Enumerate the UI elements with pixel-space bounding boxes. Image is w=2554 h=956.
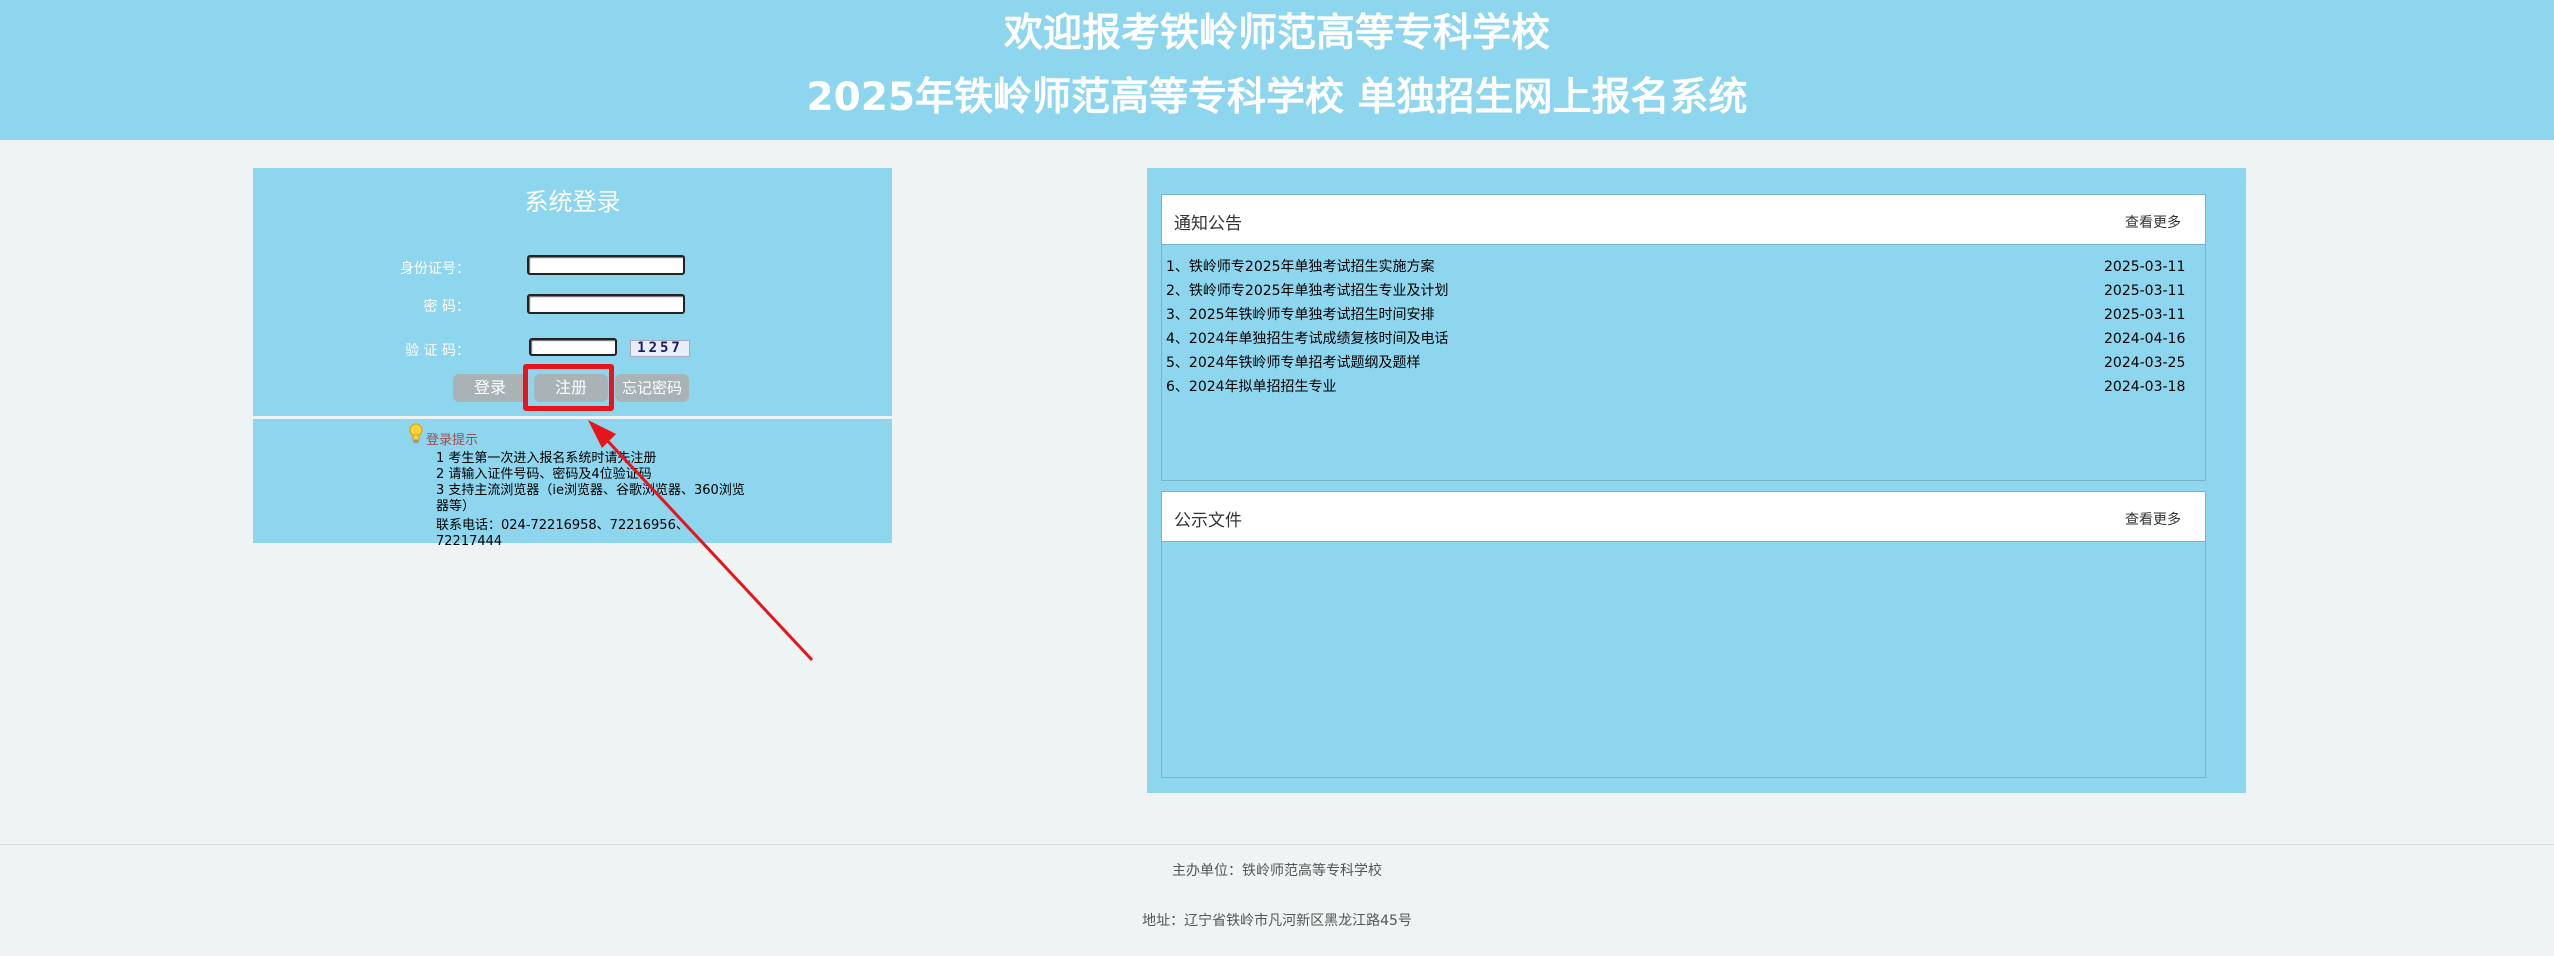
notice-item[interactable]: 6、2024年拟单招招生专业 2024-03-18 [1166,375,2196,399]
login-title: 系统登录 [524,188,621,216]
info-panel: 通知公告 查看更多 1、铁岭师专2025年单独考试招生实施方案 2025-03-… [1147,168,2246,793]
public-files-more-link[interactable]: 查看更多 [2125,509,2181,529]
notice-item-date: 2025-03-11 [2104,259,2186,275]
password-input[interactable] [527,294,685,314]
tip-line: 1 考生第一次进入报名系统时请先注册 [436,451,657,466]
system-title: 2025年铁岭师范高等专科学校 单独招生网上报名系统 [806,75,1748,120]
public-files-header: 公示文件 查看更多 [1162,492,2205,542]
notice-item[interactable]: 2、铁岭师专2025年单独考试招生专业及计划 2025-03-11 [1166,279,2196,303]
notice-item[interactable]: 3、2025年铁岭师专单独考试招生时间安排 2025-03-11 [1166,303,2196,327]
tips-title: 登录提示 [426,433,479,448]
notice-item-title[interactable]: 4、2024年单独招生考试成绩复核时间及电话 [1166,327,1449,351]
contact-phone: 联系电话：024-72216958、72216956、72217444 [436,518,689,549]
notice-item-title[interactable]: 3、2025年铁岭师专单独考试招生时间安排 [1166,303,1435,327]
tip-line: 3 支持主流浏览器（ie浏览器、谷歌浏览器、360浏览器等） [436,483,745,514]
captcha-image[interactable]: 1257 [630,340,690,357]
captcha-label: 验 证 码： [405,343,470,359]
notice-item-date: 2024-03-18 [2104,379,2186,395]
notice-item-title[interactable]: 1、铁岭师专2025年单独考试招生实施方案 [1166,255,1435,279]
notice-item-date: 2024-04-16 [2104,331,2186,347]
notice-item-date: 2025-03-11 [2104,283,2186,299]
password-label: 密 码： [423,299,470,315]
login-tips-panel: 登录提示 1 考生第一次进入报名系统时请先注册 2 请输入证件号码、密码及4位验… [253,419,892,549]
notice-title: 通知公告 [1174,214,1242,234]
notice-item-title[interactable]: 5、2024年铁岭师专单招考试题纲及题样 [1166,351,1421,375]
site-header: 欢迎报考铁岭师范高等专科学校 2025年铁岭师范高等专科学校 单独招生网上报名系… [0,0,2554,140]
notice-item[interactable]: 5、2024年铁岭师专单招考试题纲及题样 2024-03-25 [1166,351,2196,375]
public-files-section: 公示文件 查看更多 [1161,491,2206,778]
notice-more-link[interactable]: 查看更多 [2125,212,2181,232]
notice-item[interactable]: 1、铁岭师专2025年单独考试招生实施方案 2025-03-11 [1166,255,2196,279]
tip-line: 2 请输入证件号码、密码及4位验证码 [436,467,652,482]
notice-section: 通知公告 查看更多 1、铁岭师专2025年单独考试招生实施方案 2025-03-… [1161,194,2206,481]
notice-item-date: 2024-03-25 [2104,355,2186,371]
notice-item-title[interactable]: 6、2024年拟单招招生专业 [1166,375,1337,399]
annotation-highlight-box [523,364,614,411]
id-number-input[interactable] [527,255,685,275]
lightbulb-icon [409,423,423,443]
notice-item-title[interactable]: 2、铁岭师专2025年单独考试招生专业及计划 [1166,279,1449,303]
forgot-password-button[interactable]: 忘记密码 [615,374,689,402]
footer-host: 主办单位：铁岭师范高等专科学校 [1172,863,1382,879]
id-label: 身份证号： [400,261,470,277]
login-button[interactable]: 登录 [453,374,527,402]
notice-header: 通知公告 查看更多 [1162,195,2205,245]
footer-address: 地址：辽宁省铁岭市凡河新区黑龙江路45号 [1142,913,1412,929]
notice-item[interactable]: 4、2024年单独招生考试成绩复核时间及电话 2024-04-16 [1166,327,2196,351]
notice-item-date: 2025-03-11 [2104,307,2186,323]
footer-divider [0,844,2554,845]
welcome-title: 欢迎报考铁岭师范高等专科学校 [1003,11,1550,56]
captcha-input[interactable] [529,338,617,356]
public-files-title: 公示文件 [1174,511,1242,531]
